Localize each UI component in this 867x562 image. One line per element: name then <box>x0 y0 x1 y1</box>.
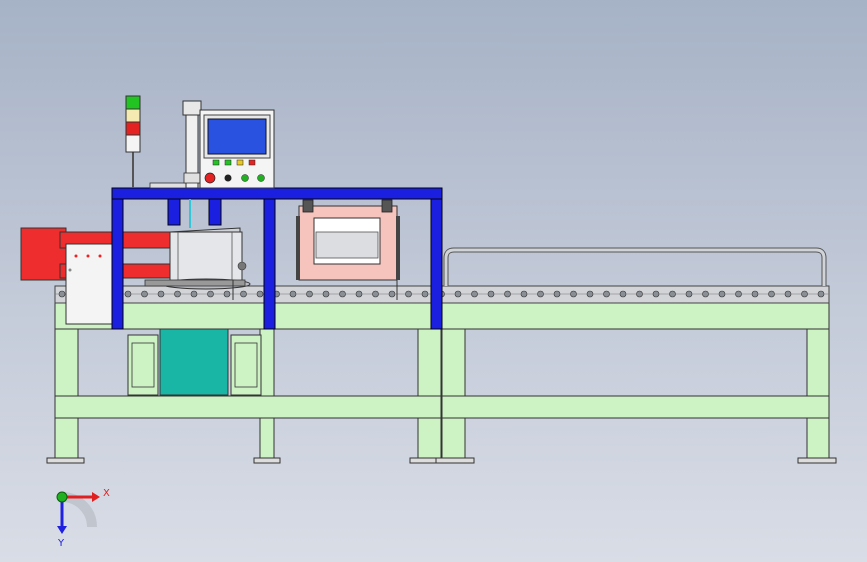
conveyor-roller <box>603 290 610 298</box>
emergency-stop-icon[interactable] <box>204 172 216 184</box>
indicator-light-icon <box>236 159 244 166</box>
cad-viewport[interactable]: X Y <box>0 0 867 562</box>
conveyor-roller <box>289 290 297 298</box>
conveyor-roller <box>372 290 379 298</box>
conveyor-roller <box>322 290 330 298</box>
y-axis-indicator <box>56 491 68 503</box>
conveyor-roller <box>636 290 643 298</box>
coordinate-axis-triad: X Y <box>56 488 110 549</box>
conveyor-guide-rail <box>443 247 827 286</box>
conveyor-roller <box>190 290 198 298</box>
conveyor-roller <box>471 290 478 298</box>
conveyor-roller <box>405 290 412 298</box>
conveyor-roller <box>817 290 825 298</box>
tower-light-red <box>125 121 141 136</box>
conveyor-roller <box>768 290 775 298</box>
conveyor-roller <box>388 290 396 298</box>
conveyor-roller <box>141 290 148 298</box>
conveyor-roller <box>124 290 132 298</box>
control-panel[interactable] <box>182 100 275 189</box>
conveyor-roller <box>223 290 231 298</box>
conveyor-roller <box>669 290 676 298</box>
conveyor-roller <box>256 290 264 298</box>
conveyor-roller <box>586 290 594 298</box>
conveyor-roller <box>454 290 462 298</box>
conveyor-roller <box>718 290 726 298</box>
right-conveyor-frame <box>435 302 837 464</box>
conveyor-roller <box>355 290 363 298</box>
conveyor-roller <box>421 290 429 298</box>
conveyor-roller <box>339 290 346 298</box>
green-push-button-icon[interactable] <box>241 174 249 182</box>
conveyor-roller <box>58 290 66 298</box>
conveyor-roller <box>537 290 544 298</box>
conveyor-roller <box>553 290 561 298</box>
conveyor-roller <box>240 290 247 298</box>
conveyor-roller <box>652 290 660 298</box>
conveyor-roller <box>801 290 808 298</box>
machine-drawing: X Y <box>20 95 837 549</box>
indicator-light-icon <box>212 159 220 166</box>
y-axis-label: Y <box>57 538 65 549</box>
hmi-touchscreen-icon[interactable] <box>207 118 267 155</box>
tower-light-green <box>125 95 141 110</box>
conveyor-roller <box>619 290 627 298</box>
indicator-light-icon <box>224 159 232 166</box>
conveyor-roller <box>487 290 495 298</box>
conveyor-roller <box>702 290 709 298</box>
conveyor-roller <box>735 290 742 298</box>
conveyor-roller <box>174 290 181 298</box>
conveyor-roller <box>570 290 577 298</box>
indicator-light-icon <box>248 159 256 166</box>
x-axis-label: X <box>103 488 110 499</box>
tower-light <box>125 95 141 188</box>
tower-light-yellow <box>125 108 141 123</box>
conveyor-roller <box>784 290 792 298</box>
selector-switch-icon[interactable] <box>224 174 232 182</box>
conveyor-roller <box>306 290 313 298</box>
green-push-button-icon[interactable] <box>257 174 265 182</box>
conveyor-roller <box>685 290 693 298</box>
conveyor-roller <box>207 290 214 298</box>
conveyor-roller <box>520 290 528 298</box>
conveyor-roller <box>157 290 165 298</box>
conveyor-roller <box>751 290 759 298</box>
clamping-unit <box>232 199 400 300</box>
drive-motor-assembly <box>127 328 262 396</box>
conveyor-roller <box>504 290 511 298</box>
